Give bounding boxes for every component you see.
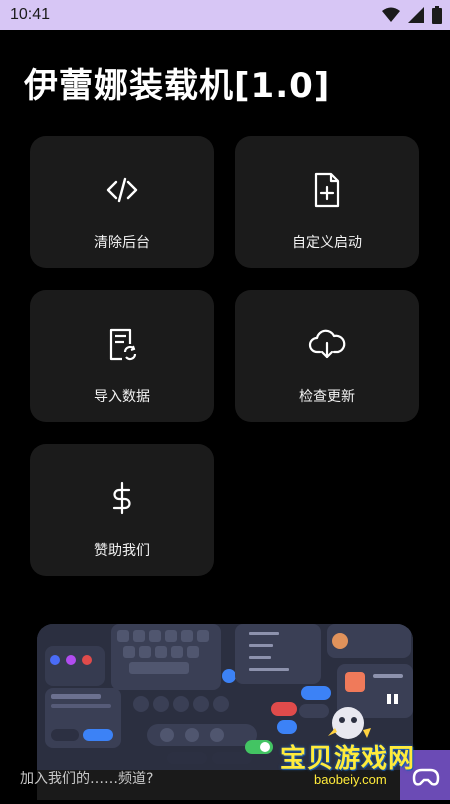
check-update-button[interactable]: 检查更新 — [235, 290, 419, 422]
file-plus-icon — [307, 170, 347, 210]
battery-icon — [432, 6, 442, 24]
watermark-url: baobeiy.com — [314, 772, 387, 787]
watermark: 宝贝游戏网 baobeiy.com — [270, 730, 450, 800]
watermark-text: 宝贝游戏网 — [280, 744, 416, 774]
status-time: 10:41 — [10, 6, 51, 23]
status-icons — [382, 6, 442, 24]
document-sync-icon — [102, 324, 142, 364]
tile-label: 赞助我们 — [94, 543, 150, 559]
tile-label: 导入数据 — [94, 389, 150, 405]
dollar-icon — [102, 478, 142, 518]
app-title: 伊蕾娜装载机[1.0] — [24, 66, 331, 106]
custom-launch-button[interactable]: 自定义启动 — [235, 136, 419, 268]
cloud-download-icon — [307, 324, 347, 364]
import-data-button[interactable]: 导入数据 — [30, 290, 214, 422]
sponsor-us-button[interactable]: 赞助我们 — [30, 444, 214, 576]
tile-label: 检查更新 — [299, 389, 355, 405]
status-bar: 10:41 — [0, 0, 450, 30]
wifi-icon — [382, 7, 400, 23]
signal-icon — [408, 7, 424, 23]
code-icon — [102, 170, 142, 210]
tile-label: 自定义启动 — [292, 235, 362, 251]
tile-label: 清除后台 — [94, 235, 150, 251]
clear-background-button[interactable]: 清除后台 — [30, 136, 214, 268]
